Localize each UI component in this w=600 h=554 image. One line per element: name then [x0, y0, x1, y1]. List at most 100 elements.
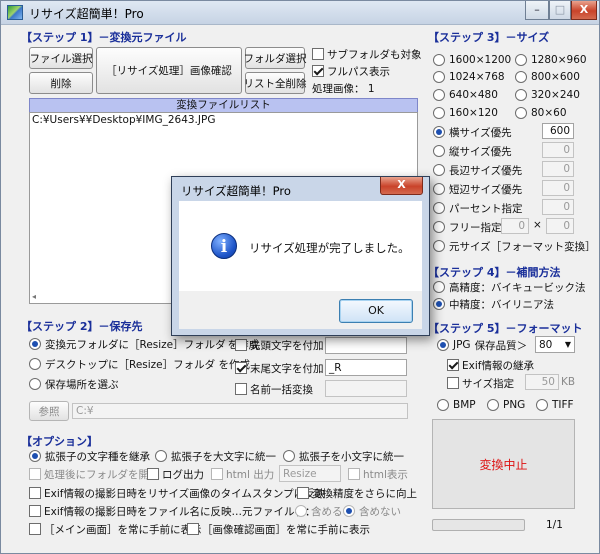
jpg-dot[interactable] — [437, 339, 449, 351]
fullpath-checkbox[interactable]: フルパス表示 — [312, 64, 390, 78]
suffix-checkbox[interactable]: 末尾文字を付加 — [235, 361, 324, 375]
quality-select[interactable]: 80 ▼ — [535, 336, 575, 353]
free-height-input[interactable]: 0 — [546, 218, 574, 234]
bicubic-radio[interactable]: 高精度：バイキュービック法 — [433, 280, 586, 294]
dest-source-folder-dot[interactable] — [29, 338, 41, 350]
size-320-radio[interactable]: 320×240 — [515, 88, 580, 102]
main-top-checkbox-box[interactable] — [29, 523, 41, 535]
dest-desktop-radio[interactable]: デスクトップに［Resize］フォルダ を作成 — [29, 357, 250, 371]
html-display-checkbox-box[interactable] — [348, 468, 360, 480]
size-80-dot[interactable] — [515, 107, 527, 119]
png-radio[interactable]: PNG — [487, 398, 525, 412]
ext-upper-radio[interactable]: 拡張子を大文字に統一 — [155, 449, 276, 463]
delete-button[interactable]: 削除 — [29, 72, 93, 94]
subfolder-checkbox[interactable]: サブフォルダも対象 — [312, 47, 422, 61]
log-output-checkbox[interactable]: ログ出力 — [147, 467, 204, 481]
long-side-dot[interactable] — [433, 164, 445, 176]
open-folder-checkbox-box[interactable] — [29, 468, 41, 480]
height-priority-dot[interactable] — [433, 145, 445, 157]
main-top-checkbox[interactable]: ［メイン画面］を常に手前に表示 — [29, 522, 202, 536]
long-side-input[interactable]: 0 — [542, 161, 574, 177]
ext-keep-radio[interactable]: 拡張子の文字種を継承 — [29, 449, 150, 463]
ext-keep-dot[interactable] — [29, 450, 41, 462]
prefix-input[interactable] — [325, 337, 407, 354]
jpg-radio[interactable]: JPG 保存品質＞ — [437, 338, 527, 352]
size-320-dot[interactable] — [515, 89, 527, 101]
size-spec-input[interactable]: 50 — [525, 374, 559, 390]
log-output-checkbox-box[interactable] — [147, 468, 159, 480]
size-80-radio[interactable]: 80×60 — [515, 106, 567, 120]
tiff-radio[interactable]: TIFF — [536, 398, 574, 412]
clear-list-button[interactable]: リスト全削除 — [244, 72, 307, 94]
size-800-radio[interactable]: 800×600 — [515, 70, 580, 84]
exif-filename-checkbox[interactable]: Exif情報の撮影日時をファイル名に反映…元ファイル名： — [29, 504, 315, 518]
exclude-name-dot[interactable] — [343, 505, 355, 517]
bmp-radio[interactable]: BMP — [437, 398, 476, 412]
free-size-dot[interactable] — [433, 221, 445, 233]
tiff-dot[interactable] — [536, 399, 548, 411]
exif-timestamp-checkbox-box[interactable] — [29, 487, 41, 499]
ext-lower-radio[interactable]: 拡張子を小文字に統一 — [283, 449, 404, 463]
original-size-dot[interactable] — [433, 240, 445, 252]
include-name-dot[interactable] — [295, 505, 307, 517]
scroll-left-icon[interactable]: ◂ — [32, 292, 36, 301]
html-output-checkbox[interactable]: html 出力 — [211, 467, 274, 481]
short-side-dot[interactable] — [433, 183, 445, 195]
fullpath-checkbox-box[interactable] — [312, 65, 324, 77]
size-1600-dot[interactable] — [433, 54, 445, 66]
include-name-radio[interactable]: 含める — [295, 504, 343, 518]
prefix-checkbox[interactable]: 先頭文字を付加 — [235, 338, 324, 352]
close-button[interactable]: X — [571, 1, 597, 20]
open-folder-checkbox[interactable]: 処理後にフォルダを開く — [29, 467, 160, 481]
bilinear-dot[interactable] — [433, 298, 445, 310]
size-1280-radio[interactable]: 1280×960 — [515, 53, 587, 67]
exif-inherit-checkbox-box[interactable] — [447, 359, 459, 371]
width-value-input[interactable]: 600 — [542, 123, 574, 139]
html-output-checkbox-box[interactable] — [211, 468, 223, 480]
bilinear-radio[interactable]: 中精度：バイリニア法 — [433, 297, 554, 311]
short-side-radio[interactable]: 短辺サイズ優先 — [433, 182, 522, 196]
png-dot[interactable] — [487, 399, 499, 411]
rename-input[interactable] — [325, 380, 407, 397]
confirm-top-checkbox-box[interactable] — [187, 523, 199, 535]
precision-checkbox-box[interactable] — [297, 487, 309, 499]
exif-inherit-checkbox[interactable]: Exif情報の継承 — [447, 358, 534, 372]
size-1024-dot[interactable] — [433, 71, 445, 83]
browse-button[interactable]: 参照 — [29, 401, 69, 421]
bmp-dot[interactable] — [437, 399, 449, 411]
chevron-down-icon[interactable]: ▼ — [565, 340, 571, 349]
resize-confirm-button[interactable]: ［リサイズ処理］画像確認 — [96, 47, 242, 94]
ok-button[interactable]: OK — [339, 299, 413, 323]
size-640-dot[interactable] — [433, 89, 445, 101]
size-1600-radio[interactable]: 1600×1200 — [433, 53, 511, 67]
size-800-dot[interactable] — [515, 71, 527, 83]
suffix-input[interactable]: _R — [325, 359, 407, 376]
width-priority-radio[interactable]: 横サイズ優先 — [433, 125, 512, 139]
html-display-checkbox[interactable]: html表示 — [348, 467, 408, 481]
free-size-radio[interactable]: フリー指定 — [433, 220, 502, 234]
file-list-item[interactable]: C:¥Users¥¥Desktop¥IMG_2643.JPG — [30, 113, 417, 127]
size-640-radio[interactable]: 640×480 — [433, 88, 498, 102]
size-160-dot[interactable] — [433, 107, 445, 119]
dest-choose-dot[interactable] — [29, 378, 41, 390]
maximize-button[interactable]: □ — [549, 1, 571, 20]
save-path-field[interactable]: C:¥ — [72, 403, 408, 419]
exif-filename-checkbox-box[interactable] — [29, 505, 41, 517]
long-side-radio[interactable]: 長辺サイズ優先 — [433, 163, 522, 177]
size-spec-checkbox[interactable]: サイズ指定 — [447, 376, 514, 390]
size-1024-radio[interactable]: 1024×768 — [433, 70, 505, 84]
folder-select-button[interactable]: フォルダ選択 — [244, 47, 307, 69]
log-name-field[interactable]: Resize — [279, 465, 341, 482]
minimize-button[interactable]: – — [525, 1, 549, 20]
free-width-input[interactable]: 0 — [501, 218, 529, 234]
rename-checkbox-box[interactable] — [235, 383, 247, 395]
original-size-radio[interactable]: 元サイズ［フォーマット変換］ — [433, 239, 596, 253]
percent-input[interactable]: 0 — [542, 199, 574, 215]
height-value-input[interactable]: 0 — [542, 142, 574, 158]
size-spec-checkbox-box[interactable] — [447, 377, 459, 389]
dialog-close-button[interactable]: X — [380, 177, 423, 195]
percent-radio[interactable]: パーセント指定 — [433, 201, 523, 215]
dest-desktop-dot[interactable] — [29, 358, 41, 370]
precision-checkbox[interactable]: 変換精度をさらに向上 — [297, 486, 417, 500]
dest-choose-radio[interactable]: 保存場所を選ぶ — [29, 377, 119, 391]
